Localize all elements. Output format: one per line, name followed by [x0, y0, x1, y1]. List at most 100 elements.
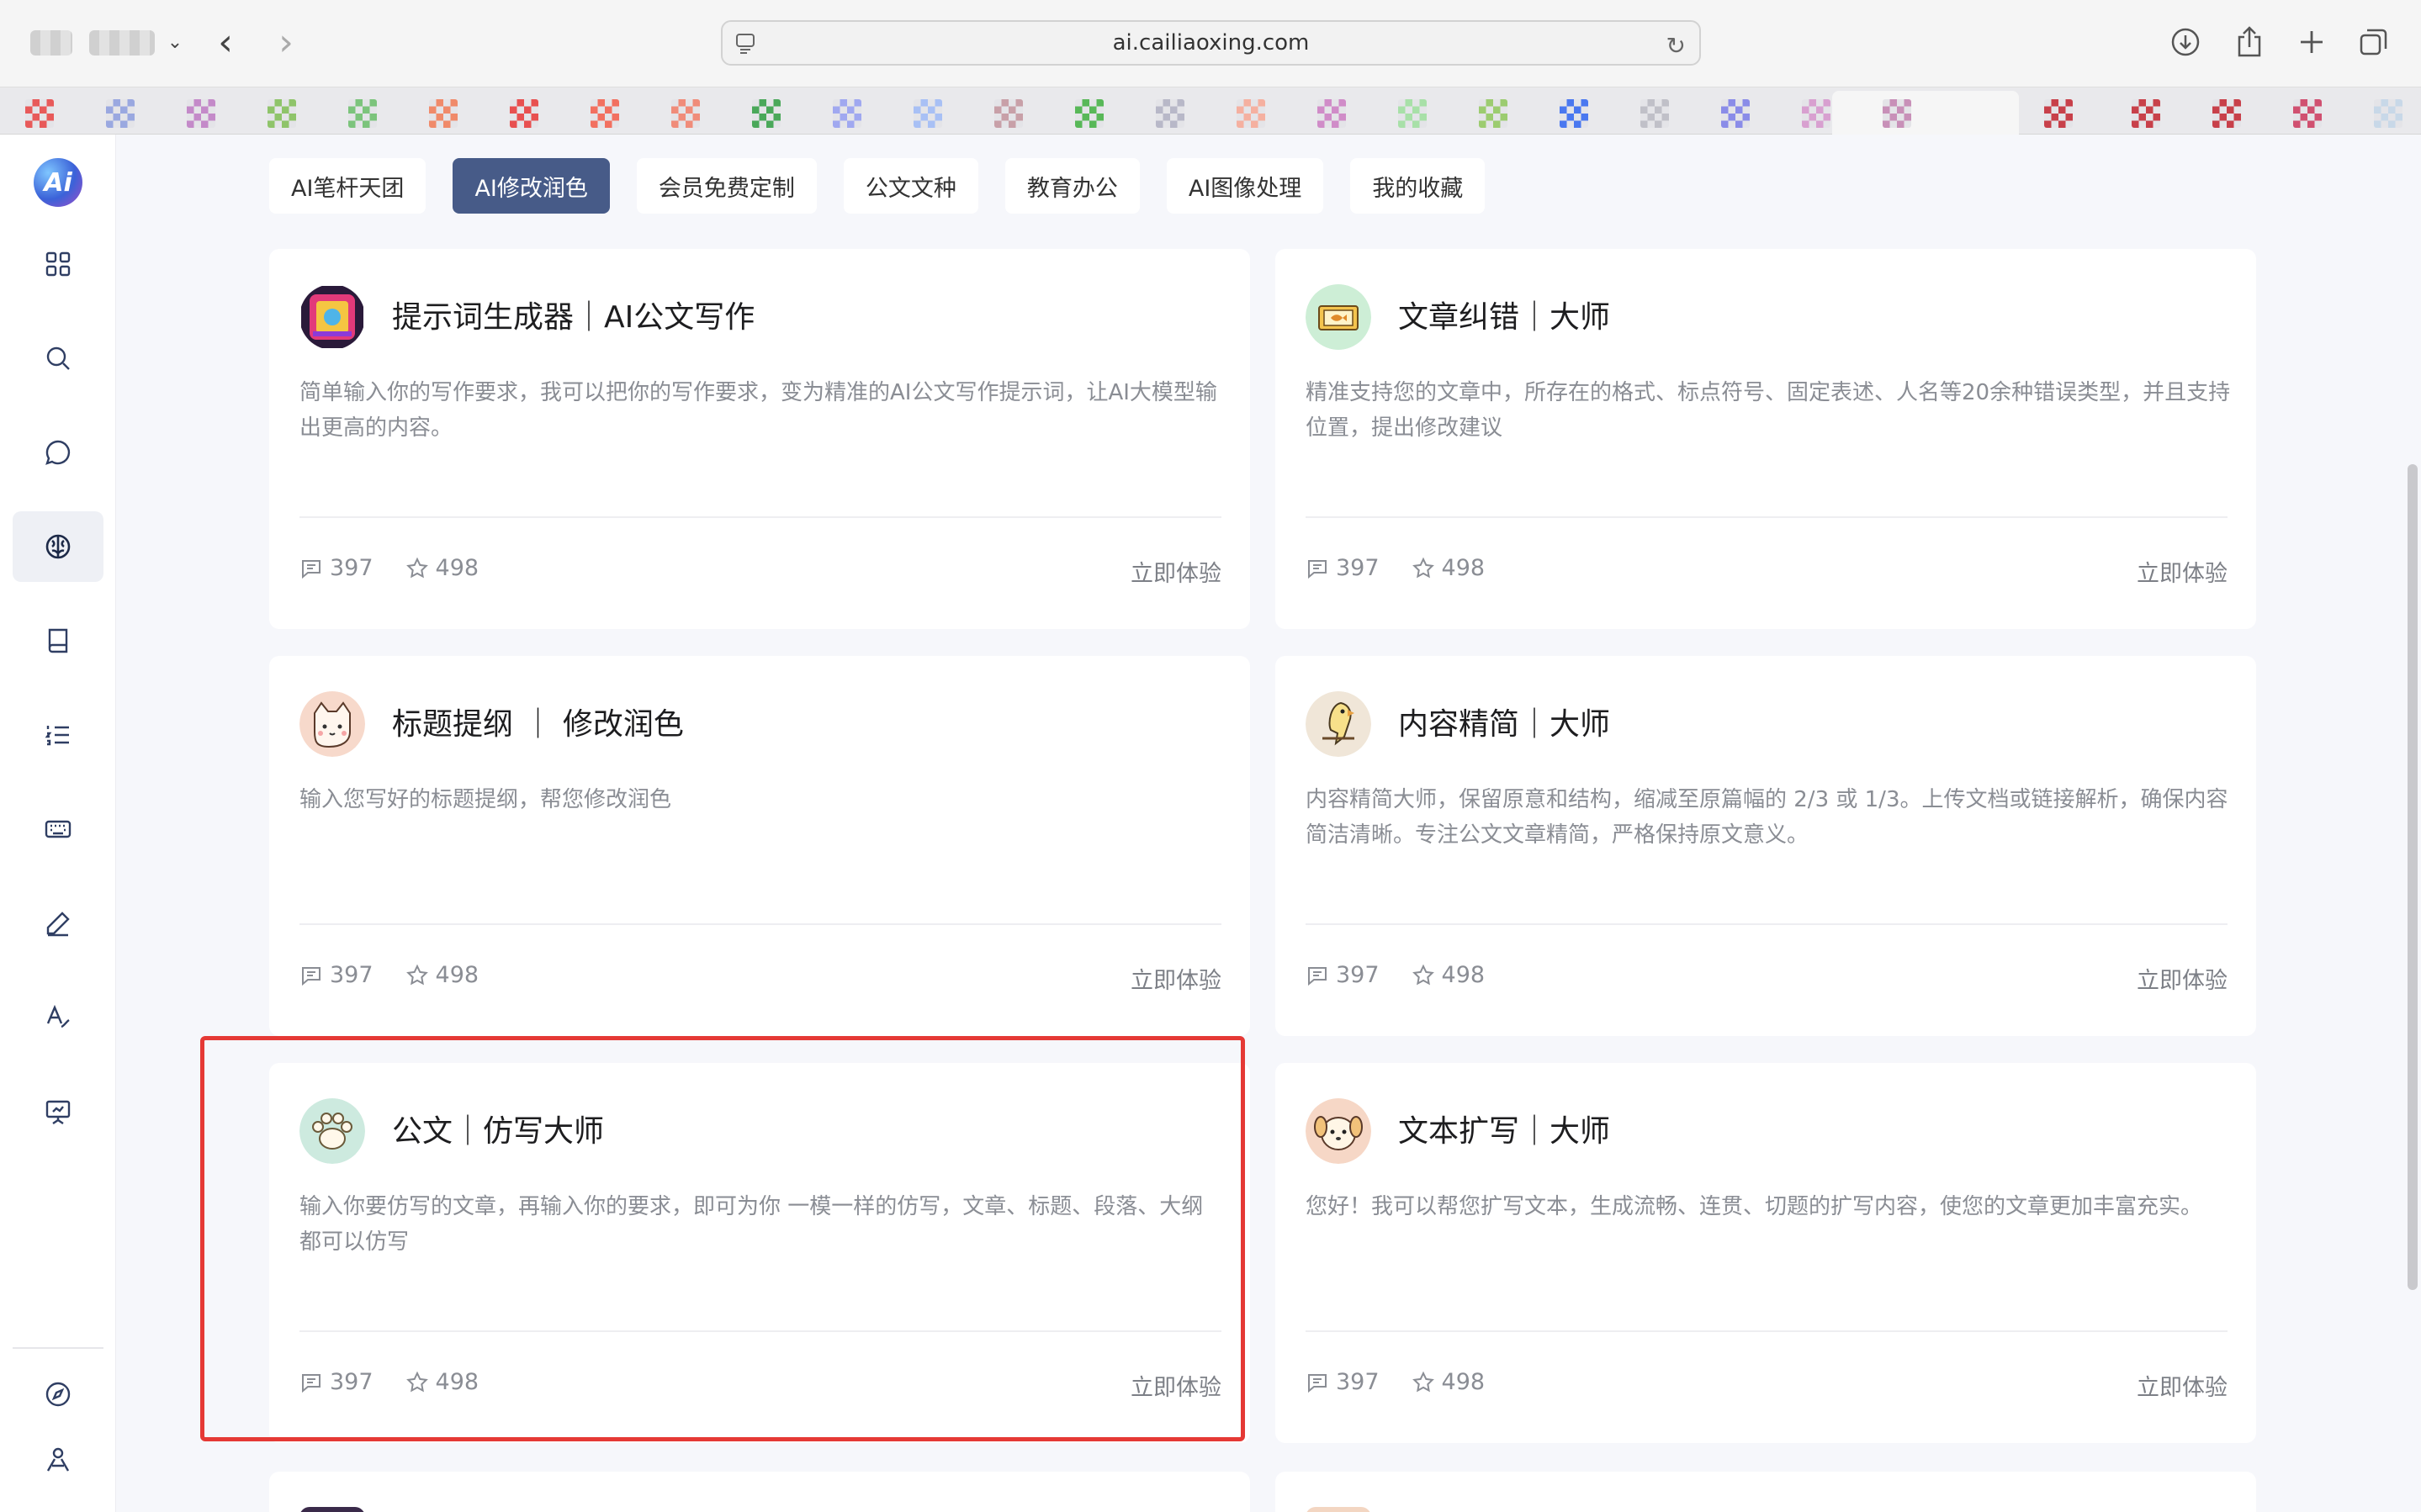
card-divider: [1306, 923, 2228, 925]
card-title: 内容精简｜大师: [1398, 707, 1611, 742]
agent-card-partial[interactable]: [1275, 1472, 2256, 1512]
list-icon[interactable]: [13, 700, 103, 770]
tab-favicon[interactable]: [1156, 99, 1184, 128]
category-tab[interactable]: 教育办公: [1004, 158, 1140, 214]
profile-avatar-blurred[interactable]: [30, 30, 72, 56]
category-tab[interactable]: 公文文种: [843, 158, 978, 214]
comment-count-value: 397: [1336, 555, 1380, 581]
pen-icon[interactable]: [13, 888, 103, 959]
agent-card[interactable]: 标题提纲 ｜ 修改润色 输入您写好的标题提纲，帮您修改润色 397 498 立即体验: [269, 656, 1250, 1036]
agent-card[interactable]: 提示词生成器｜AI公文写作 简单输入你的写作要求，我可以把你的写作要求，变为精准的…: [269, 249, 1250, 629]
download-icon[interactable]: [2167, 24, 2204, 61]
back-button[interactable]: ‹: [207, 22, 244, 64]
try-now-link[interactable]: 立即体验: [1131, 555, 1221, 588]
card-stats: 397 498: [299, 962, 479, 988]
try-now-link[interactable]: 立即体验: [1131, 962, 1221, 995]
star-icon[interactable]: [1412, 557, 1435, 580]
tab-overview-icon[interactable]: [2355, 24, 2392, 61]
category-tab[interactable]: AI笔杆天团: [269, 158, 426, 214]
page-settings-icon[interactable]: [736, 34, 755, 54]
sidebar-divider: [13, 1347, 103, 1349]
favorite-count[interactable]: 498: [1412, 1369, 1485, 1395]
category-tab[interactable]: AI修改润色: [453, 158, 610, 214]
tab-favicon[interactable]: [187, 99, 215, 128]
category-tab[interactable]: AI图像处理: [1166, 158, 1324, 214]
tab-favicon[interactable]: [994, 99, 1023, 128]
keyboard-icon[interactable]: [13, 794, 103, 864]
tab-favicon[interactable]: [1560, 99, 1588, 128]
tab-favicon[interactable]: [2374, 99, 2402, 128]
favorite-count[interactable]: 498: [405, 555, 479, 581]
star-icon[interactable]: [1412, 1371, 1435, 1394]
tab-favicon[interactable]: [1398, 99, 1427, 128]
tab-favicon[interactable]: [25, 99, 54, 128]
star-icon[interactable]: [405, 964, 429, 987]
tab-favicon[interactable]: [2044, 99, 2073, 128]
tab-favicon[interactable]: [1802, 99, 1830, 128]
profile-name-blurred[interactable]: [89, 30, 155, 56]
search-icon[interactable]: [13, 323, 103, 394]
tab-favicon[interactable]: [510, 99, 538, 128]
tab-favicon[interactable]: [106, 99, 135, 128]
forward-button[interactable]: ›: [268, 22, 305, 64]
star-icon[interactable]: [1412, 964, 1435, 987]
category-tab[interactable]: 会员免费定制: [636, 158, 817, 214]
favorite-count[interactable]: 498: [1412, 962, 1485, 988]
address-bar[interactable]: ai.cailiaoxing.com ↻: [721, 20, 1701, 66]
tab-favicon[interactable]: [2212, 99, 2241, 128]
share-icon[interactable]: [2231, 24, 2268, 61]
comment-count: 397: [299, 1369, 373, 1395]
tab-favicon[interactable]: [2132, 99, 2160, 128]
new-tab-icon[interactable]: [2293, 24, 2330, 61]
grid-icon[interactable]: [13, 229, 103, 299]
try-now-link[interactable]: 立即体验: [2137, 962, 2228, 995]
tab-favicon[interactable]: [1640, 99, 1669, 128]
user-pen-icon[interactable]: [13, 1425, 103, 1495]
chat-icon[interactable]: [13, 417, 103, 488]
tab-favicon[interactable]: [1075, 99, 1104, 128]
favorite-count[interactable]: 498: [1412, 555, 1485, 581]
tab-favicon[interactable]: [914, 99, 942, 128]
tab-favicon[interactable]: [348, 99, 377, 128]
agent-card[interactable]: 公文｜仿写大师 输入你要仿写的文章，再输入你的要求，即可为你 一模一样的仿写，文章…: [269, 1063, 1250, 1443]
tab-favicon[interactable]: [671, 99, 700, 128]
tab-favicon[interactable]: [1721, 99, 1750, 128]
try-now-link[interactable]: 立即体验: [1131, 1369, 1221, 1402]
comment-icon: [299, 557, 323, 580]
star-icon[interactable]: [405, 557, 429, 580]
page-scrollbar[interactable]: [2408, 464, 2418, 1290]
tab-favicon[interactable]: [2293, 99, 2322, 128]
agent-card[interactable]: 文章纠错｜大师 精准支持您的文章中，所存在的格式、标点符号、固定表述、人名等20余…: [1275, 249, 2256, 629]
agent-card-partial[interactable]: [269, 1472, 1250, 1512]
favorite-count[interactable]: 498: [405, 1369, 479, 1395]
presentation-icon[interactable]: [13, 1076, 103, 1147]
card-description: 输入你要仿写的文章，再输入你的要求，即可为你 一模一样的仿写，文章、标题、段落、…: [299, 1194, 1204, 1255]
url-text: ai.cailiaoxing.com: [1112, 30, 1310, 56]
tab-favicon[interactable]: [429, 99, 458, 128]
agent-card[interactable]: 内容精简｜大师 内容精简大师，保留原意和结构，缩减至原篇幅的 2/3 或 1/3。…: [1275, 656, 2256, 1036]
try-now-link[interactable]: 立即体验: [2137, 555, 2228, 588]
compass-icon[interactable]: [13, 1359, 103, 1430]
category-tab[interactable]: 我的收藏: [1350, 158, 1486, 214]
agent-card[interactable]: 文本扩写｜大师 您好！我可以帮您扩写文本，生成流畅、连贯、切题的扩写内容，使您的文…: [1275, 1063, 2256, 1443]
tab-favicon[interactable]: [591, 99, 619, 128]
tab-favicon[interactable]: [268, 99, 296, 128]
try-now-link[interactable]: 立即体验: [2137, 1369, 2228, 1402]
star-icon[interactable]: [405, 1371, 429, 1394]
tab-favicon[interactable]: [1237, 99, 1265, 128]
tab-favicon[interactable]: [833, 99, 861, 128]
tab-favicon[interactable]: [752, 99, 781, 128]
tab-favicon[interactable]: [1479, 99, 1507, 128]
book-icon[interactable]: [13, 605, 103, 676]
app-logo[interactable]: Ai: [34, 158, 82, 207]
favorite-count-value: 498: [435, 1369, 479, 1395]
favorite-count[interactable]: 498: [405, 962, 479, 988]
tab-favicon[interactable]: [1317, 99, 1346, 128]
tab-favicon[interactable]: [1883, 99, 1911, 128]
active-tab[interactable]: [1832, 91, 2019, 135]
chevron-down-icon[interactable]: ⌄: [156, 22, 193, 64]
brain-icon[interactable]: [13, 511, 103, 582]
reload-icon[interactable]: ↻: [1666, 32, 1686, 60]
text-style-icon[interactable]: [13, 982, 103, 1053]
card-divider: [299, 923, 1221, 925]
